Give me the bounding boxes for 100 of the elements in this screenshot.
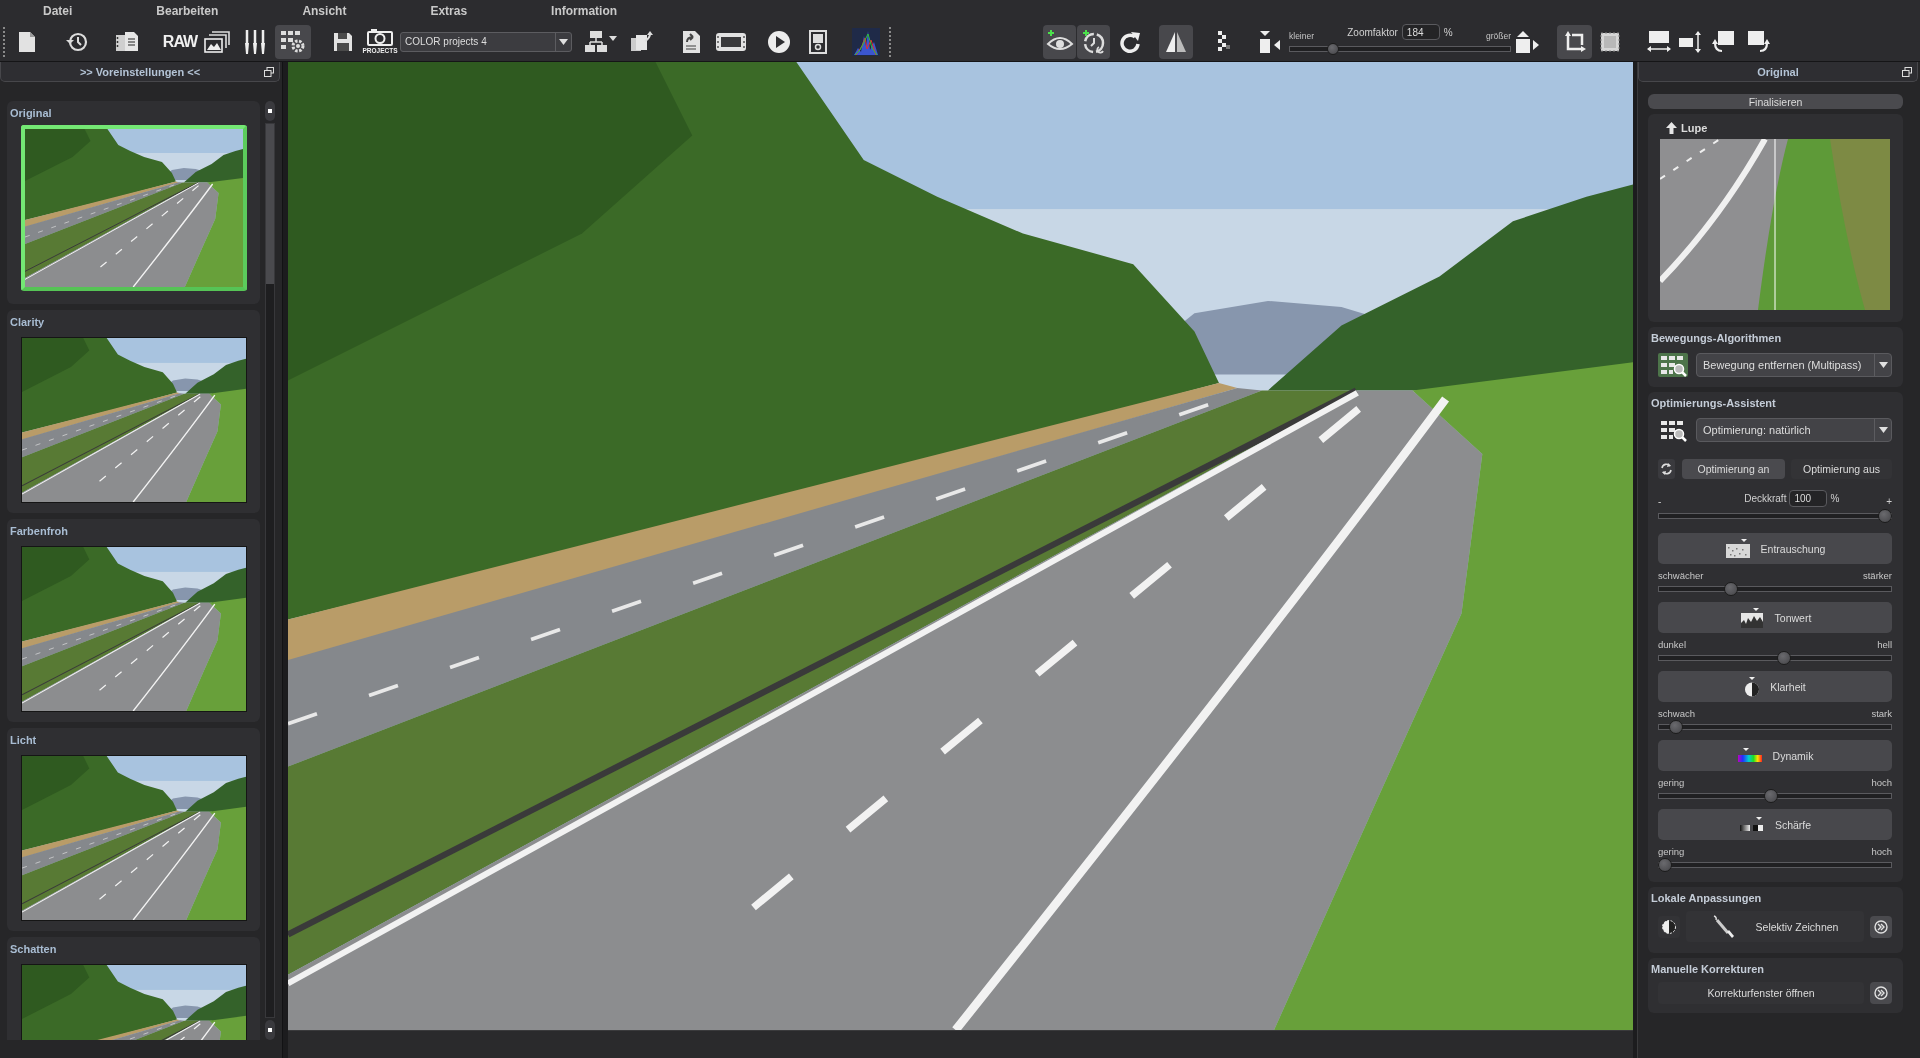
histogram-marker-icon (1738, 607, 1765, 628)
grid-settings-button[interactable] (275, 24, 311, 59)
arrow-up-icon (1666, 122, 1677, 134)
open-corrections-button[interactable]: Korrekturfenster öffnen (1658, 982, 1865, 1004)
zoom-in-icon[interactable] (1514, 28, 1540, 55)
preset-card[interactable]: Clarity (7, 310, 260, 513)
menu-item[interactable]: Datei (43, 4, 73, 18)
restore-window-icon (1902, 66, 1912, 77)
timer-button[interactable] (1077, 24, 1110, 59)
page-arrow-icon (682, 29, 702, 54)
menu-item[interactable]: Extras (430, 4, 468, 18)
panel-title: Original (1757, 65, 1799, 78)
slider-thumb[interactable] (1669, 720, 1683, 734)
mirror-button[interactable] (1159, 24, 1193, 59)
copy-arrow-icon (630, 29, 656, 54)
slider-min-label: dunkel (1658, 639, 1686, 651)
menu-item[interactable]: Bearbeiten (156, 4, 219, 18)
motion-algorithm-dropdown[interactable]: Bewegung entfernen (Multipass) (1696, 353, 1892, 377)
mode-toggle-button[interactable]: Optimierung aus (1791, 459, 1892, 479)
scroll-down-button[interactable] (265, 1020, 275, 1040)
zoom-unit-label: % (1443, 26, 1453, 38)
caret-down-icon (1878, 427, 1888, 433)
opacity-field[interactable]: 100 (1789, 490, 1828, 507)
slider-thumb[interactable] (1878, 509, 1892, 523)
slider-min-label: schwächer (1658, 570, 1704, 582)
slider-max-label: hoch (1871, 777, 1892, 789)
fit-width-icon (1646, 29, 1672, 54)
fit-height-icon (1678, 29, 1702, 54)
zoom-larger-label: größer (1485, 31, 1511, 41)
mode-toggle-button[interactable]: Optimierung an (1682, 459, 1785, 479)
preset-label: Clarity (10, 315, 45, 330)
slider-min-label: gering (1658, 846, 1685, 858)
restore-window-icon (264, 66, 274, 77)
slider-thumb[interactable] (1658, 858, 1672, 872)
sharpness-button[interactable]: Schärfe (1658, 809, 1892, 840)
project-dropdown[interactable]: COLOR projects 4 (400, 31, 572, 52)
scroll-up-button[interactable] (265, 101, 275, 121)
slider-min-label: gering (1658, 777, 1685, 789)
slider-thumb[interactable] (1326, 43, 1339, 55)
slider-max-label: stark (1871, 708, 1892, 720)
rotate-arrow-icon (1118, 30, 1141, 53)
preview-button[interactable] (1043, 24, 1076, 59)
crop-corners-icon (1562, 29, 1587, 54)
percent-label: % (1830, 493, 1840, 504)
zoom-slider[interactable] (1289, 43, 1511, 55)
grid-gear-icon (280, 29, 306, 54)
frame-turn-left-icon (1711, 29, 1735, 54)
histogram-icon (852, 27, 880, 56)
zoom-factor-field[interactable]: 184 (1401, 24, 1440, 40)
spectrum-bar-icon (1736, 747, 1763, 764)
document-icon (18, 30, 36, 53)
expand-button[interactable] (1870, 915, 1892, 938)
preset-card[interactable]: Farbenfroh (7, 519, 260, 722)
slider-thumb[interactable] (1724, 582, 1738, 596)
preset-label: Schatten (10, 942, 57, 957)
clock-circle-icon (1080, 28, 1107, 55)
plus-label: + (1886, 497, 1892, 507)
half-circle-icon (1744, 676, 1761, 697)
clarity-button[interactable]: Klarheit (1658, 671, 1892, 702)
scrollbar-thumb[interactable] (266, 124, 274, 284)
loupe-title: Lupe (1681, 122, 1708, 134)
panel-title: >> Voreinstellungen << (79, 65, 201, 78)
network-menu-icon (584, 29, 618, 54)
sharpness-squares-icon (1738, 816, 1765, 833)
section-title: Lokale Anpassungen (1651, 891, 1763, 905)
play-icon (767, 29, 791, 54)
slider-max-label: hoch (1871, 846, 1892, 858)
preset-card[interactable]: Licht (7, 728, 260, 931)
page-magnifier-icon (809, 29, 827, 54)
caret-down-icon (559, 38, 568, 45)
refresh-icon (1658, 459, 1675, 479)
scrollbar-track[interactable] (265, 123, 275, 1018)
preset-label: Licht (10, 733, 37, 748)
selective-draw-button[interactable]: Selektiv Zeichnen (1686, 911, 1864, 942)
preset-label: Farbenfroh (10, 524, 69, 539)
section-title: Bewegungs-Algorithmen (1651, 331, 1783, 345)
raw-button[interactable]: RAW (161, 24, 199, 59)
denoise-button[interactable]: Entrauschung (1658, 533, 1892, 564)
minus-label: - (1658, 497, 1662, 507)
optimization-dropdown[interactable]: Optimierung: natürlich (1696, 418, 1892, 442)
finalize-button[interactable]: Finalisieren (1648, 94, 1903, 109)
grid-magnifier-icon (1658, 418, 1688, 442)
section-title: Manuelle Korrekturen (1651, 962, 1766, 976)
noise-pattern-icon (1724, 538, 1751, 559)
slider-thumb[interactable] (1776, 651, 1791, 665)
crop-rotate-button[interactable] (1557, 24, 1592, 59)
expand-button[interactable] (1870, 982, 1892, 1004)
caret-down-icon (1878, 362, 1888, 368)
zoom-factor-label: Zoomfaktor (1347, 26, 1398, 38)
tone-button[interactable]: Tonwert (1658, 602, 1892, 633)
slider-thumb[interactable] (1763, 789, 1778, 803)
section-title: Optimierungs-Assistent (1651, 396, 1777, 410)
paintbrush-icon (1711, 914, 1734, 939)
dashed-square-icon (1600, 31, 1620, 52)
slider-max-label: stärker (1862, 570, 1892, 582)
preset-card[interactable]: Original (7, 101, 260, 304)
menu-item[interactable]: Ansicht (302, 4, 347, 18)
preset-card[interactable]: Schatten (7, 937, 260, 1040)
menu-item[interactable]: Information (551, 4, 618, 18)
dynamics-button[interactable]: Dynamik (1658, 740, 1892, 771)
